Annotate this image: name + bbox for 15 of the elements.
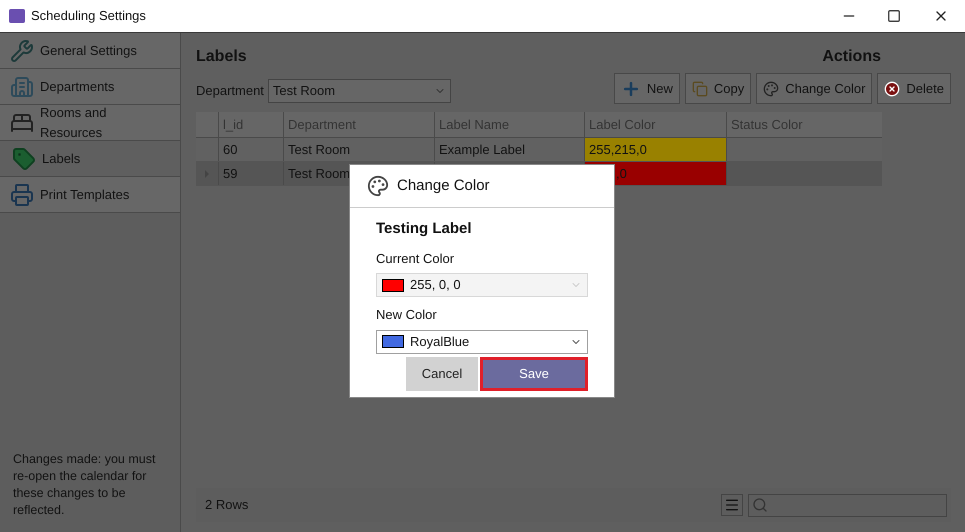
window-title: Scheduling Settings [31, 7, 146, 26]
field-label: Department [196, 82, 264, 100]
color-value: 255, 0, 0 [410, 276, 462, 294]
changes-note: Changes made: you must re-open the calendar for these changes to be reflected. [12, 451, 156, 519]
table-cell: 60 [218, 138, 283, 161]
section-title: Labels [196, 47, 247, 67]
row-count: 2 Rows [205, 496, 250, 514]
dialog-heading: Testing Label [376, 219, 473, 239]
color-value: RoyalBlue [410, 332, 470, 351]
field-label: New Color [376, 306, 438, 324]
section-title: Actions [822, 47, 881, 67]
table-cell: Test Room [283, 138, 434, 161]
field-label: Current Color [376, 250, 456, 268]
color-cell: 255,215,0 [584, 138, 726, 161]
table-cell: 59 [218, 162, 283, 185]
